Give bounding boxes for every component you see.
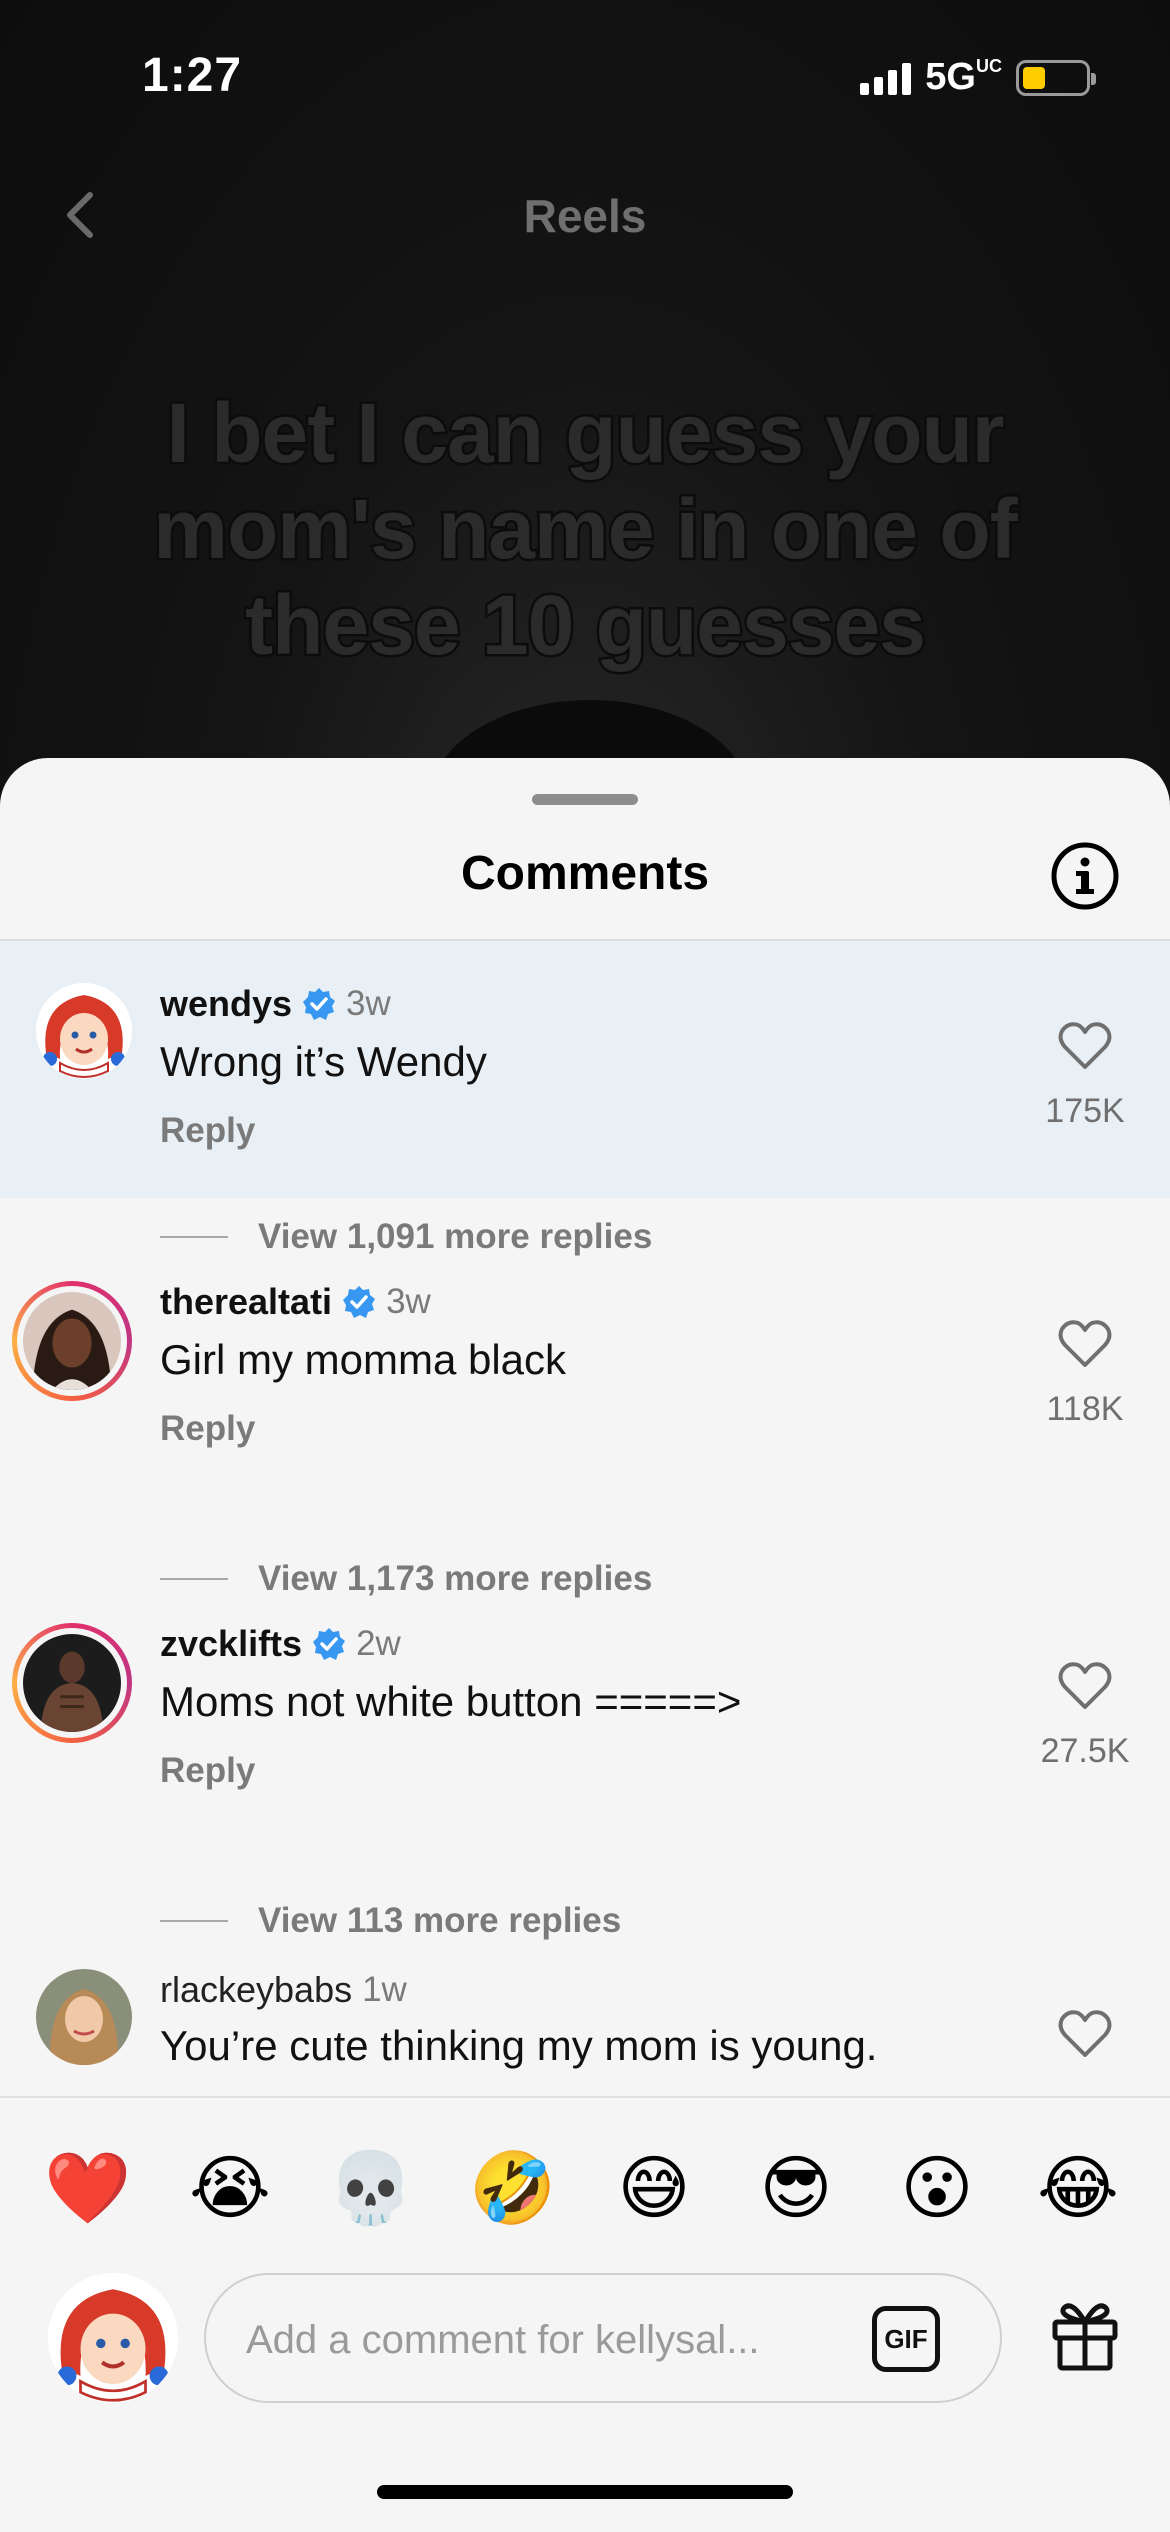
verified-badge-icon	[343, 1286, 376, 1318]
comment-item: therealtati 3w Girl my momma black Reply…	[0, 1281, 1170, 1521]
cellular-signal-icon	[860, 61, 912, 95]
gift-icon[interactable]	[1050, 2296, 1120, 2372]
heart-icon[interactable]	[1058, 1021, 1112, 1071]
verified-badge-icon	[303, 988, 336, 1020]
like-button[interactable]: 118K	[1030, 1319, 1140, 1429]
reply-button[interactable]: Reply	[160, 1751, 255, 1791]
comment-composer: ❤️ 😭 💀 🤣 😅 😎 😮 😂 GIF	[0, 2096, 1170, 2532]
comment-timestamp: 1w	[362, 1970, 407, 2009]
like-count: 118K	[1046, 1390, 1124, 1428]
avatar[interactable]	[12, 1281, 132, 1401]
status-indicators: 5GUC	[860, 56, 1096, 99]
battery-icon	[1016, 59, 1096, 96]
reels-nav-bar: Reels	[0, 175, 1170, 255]
comment-input[interactable]	[246, 2305, 826, 2375]
sheet-grabber[interactable]	[532, 794, 638, 805]
replies-line	[160, 1578, 228, 1580]
view-replies-button[interactable]: View 1,173 more replies	[160, 1559, 652, 1599]
comments-sheet: Comments wendys 3w Wrong it’s Wendy Repl…	[0, 758, 1170, 2532]
emoji-rofl[interactable]: 🤣	[463, 2138, 563, 2238]
comment-timestamp: 2w	[356, 1624, 401, 1663]
comment-input-container: GIF	[204, 2273, 1002, 2403]
status-time: 1:27	[142, 49, 243, 102]
verified-badge-icon	[313, 1628, 346, 1660]
emoji-skull[interactable]: 💀	[321, 2138, 421, 2238]
comment-text: Wrong it’s Wendy	[160, 1038, 487, 1085]
view-replies-label: View 1,173 more replies	[258, 1559, 653, 1598]
comment-header: wendys 3w	[160, 983, 391, 1025]
network-type: 5GUC	[925, 56, 1002, 98]
like-button[interactable]	[1030, 2009, 1140, 2064]
home-indicator[interactable]	[377, 2485, 793, 2499]
comment-header: zvcklifts 2w	[160, 1623, 401, 1665]
comment-header: rlackeybabs 1w	[160, 1969, 407, 2011]
comment-timestamp: 3w	[386, 1282, 431, 1321]
comment-timestamp: 3w	[346, 984, 391, 1023]
comment-item: rlackeybabs 1w You’re cute thinking my m…	[0, 1969, 1170, 2096]
info-icon[interactable]	[1050, 841, 1120, 911]
gif-button[interactable]: GIF	[872, 2306, 940, 2372]
comment-username[interactable]: wendys	[160, 983, 292, 1025]
like-count: 175K	[1045, 1092, 1125, 1130]
emoji-surprised[interactable]: 😮	[887, 2138, 987, 2238]
emoji-sweat-smile[interactable]: 😅	[604, 2138, 704, 2238]
comment-text: Moms not white button =====>	[160, 1678, 742, 1725]
emoji-crying[interactable]: 😭	[180, 2138, 280, 2238]
video-caption: I bet I can guess your mom's name in one…	[151, 384, 1020, 675]
view-replies-button[interactable]: View 1,091 more replies	[160, 1217, 652, 1257]
like-count: 27.5K	[1040, 1732, 1130, 1770]
reply-button[interactable]: Reply	[160, 1409, 255, 1449]
comment-text: You’re cute thinking my mom is young.	[160, 2022, 878, 2069]
view-replies-label: View 113 more replies	[258, 1901, 622, 1940]
quick-emoji-bar: ❤️ 😭 💀 🤣 😅 😎 😮 😂	[0, 2138, 1170, 2238]
view-replies-label: View 1,091 more replies	[258, 1217, 653, 1256]
comment-item: zvcklifts 2w Moms not white button =====…	[0, 1623, 1170, 1863]
avatar[interactable]	[36, 983, 132, 1079]
current-user-avatar	[48, 2273, 178, 2403]
comment-item: wendys 3w Wrong it’s Wendy Reply 175K	[0, 941, 1170, 1198]
heart-icon[interactable]	[1058, 1661, 1112, 1711]
heart-icon[interactable]	[1058, 2009, 1112, 2059]
reply-button[interactable]: Reply	[160, 1111, 255, 1151]
comment-username[interactable]: therealtati	[160, 1281, 332, 1323]
comments-list[interactable]: wendys 3w Wrong it’s Wendy Reply 175K Vi…	[0, 941, 1170, 2096]
replies-line	[160, 1920, 228, 1922]
comment-header: therealtati 3w	[160, 1281, 431, 1323]
heart-icon[interactable]	[1058, 1319, 1112, 1369]
status-bar: 1:27 5GUC	[0, 0, 1170, 150]
sheet-title: Comments	[460, 847, 710, 900]
avatar[interactable]	[12, 1623, 132, 1743]
like-button[interactable]: 175K	[1030, 1021, 1140, 1131]
comment-username[interactable]: zvcklifts	[160, 1623, 302, 1665]
emoji-sunglasses[interactable]: 😎	[746, 2138, 846, 2238]
emoji-joy[interactable]: 😂	[1028, 2138, 1128, 2238]
replies-line	[160, 1236, 228, 1238]
comment-text: Girl my momma black	[160, 1336, 567, 1383]
comment-username[interactable]: rlackeybabs	[160, 1969, 352, 2011]
emoji-heart[interactable]: ❤️	[38, 2138, 138, 2238]
avatar[interactable]	[36, 1969, 132, 2065]
view-replies-button[interactable]: View 113 more replies	[160, 1901, 621, 1941]
like-button[interactable]: 27.5K	[1030, 1661, 1140, 1771]
page-title: Reels	[523, 190, 647, 242]
